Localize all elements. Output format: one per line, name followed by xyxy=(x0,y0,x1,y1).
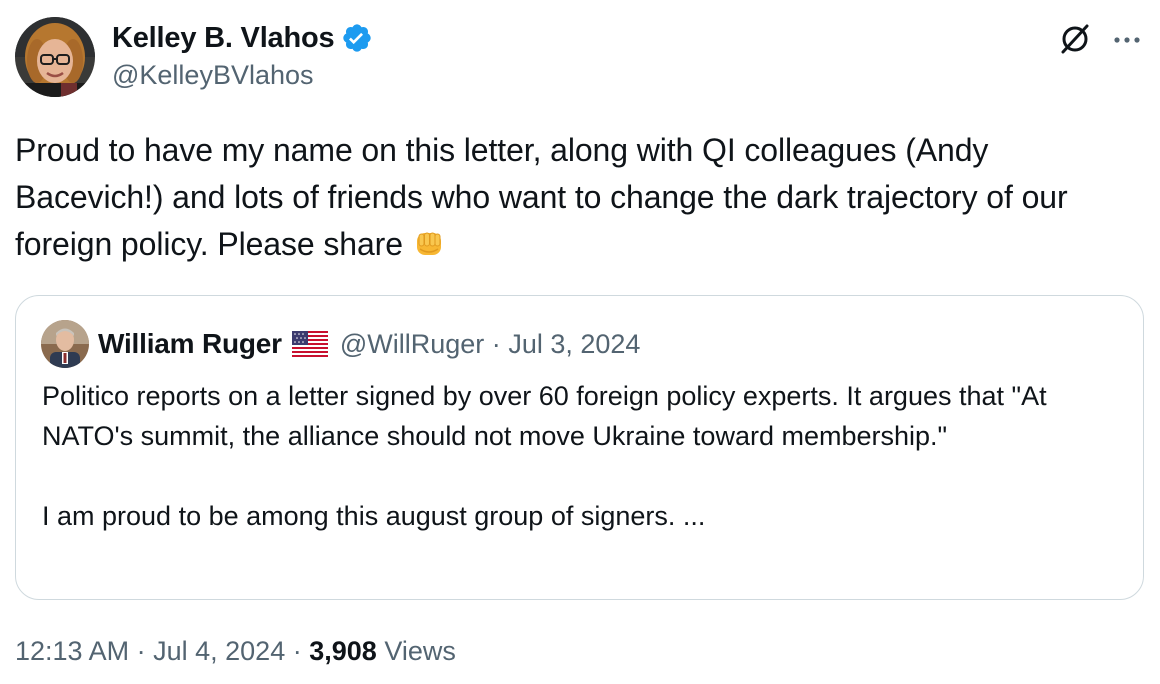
quote-handle[interactable]: @WillRuger xyxy=(340,329,484,359)
tweet-date[interactable]: Jul 4, 2024 xyxy=(153,636,285,666)
tweet-time[interactable]: 12:13 AM xyxy=(15,636,129,666)
quote-date[interactable]: Jul 3, 2024 xyxy=(508,329,640,359)
tweet-text: Proud to have my name on this letter, al… xyxy=(15,127,1145,268)
tweet-timestamp-row: 12:13 AM · Jul 4, 2024 · 3,908 Views xyxy=(15,636,456,667)
quote-paragraph-1: Politico reports on a letter signed by o… xyxy=(42,381,1047,451)
footer-separator-2: · xyxy=(292,636,302,666)
oncoming-fist-icon xyxy=(411,225,447,261)
quote-separator: · xyxy=(491,328,501,359)
quote-text: Politico reports on a letter signed by o… xyxy=(42,376,1122,536)
more-options-icon[interactable] xyxy=(1111,26,1143,54)
author-name-row: Kelley B. Vlahos xyxy=(112,19,373,57)
grok-icon[interactable] xyxy=(1058,22,1092,56)
quote-author-name[interactable]: William Ruger xyxy=(98,328,282,360)
quoted-tweet-card[interactable]: William Ruger @WillRuger · Jul 3, 2024 P… xyxy=(15,295,1144,600)
author-avatar[interactable] xyxy=(15,17,95,97)
tweet: Kelley B. Vlahos @KelleyBVlahos Proud to… xyxy=(0,0,1160,684)
author-handle[interactable]: @KelleyBVlahos xyxy=(112,60,314,91)
verified-badge-icon xyxy=(341,22,373,54)
quote-paragraph-2: I am proud to be among this august group… xyxy=(42,501,706,531)
author-name[interactable]: Kelley B. Vlahos xyxy=(112,22,335,55)
us-flag-icon xyxy=(291,331,328,357)
views-label: Views xyxy=(384,636,456,666)
footer-separator-1: · xyxy=(136,636,146,666)
quote-header: William Ruger @WillRuger · Jul 3, 2024 xyxy=(98,324,640,364)
tweet-body: Proud to have my name on this letter, al… xyxy=(15,132,1068,262)
views-count: 3,908 xyxy=(309,636,377,666)
quote-author-avatar[interactable] xyxy=(41,320,89,368)
quote-meta: @WillRuger · Jul 3, 2024 xyxy=(340,329,641,360)
